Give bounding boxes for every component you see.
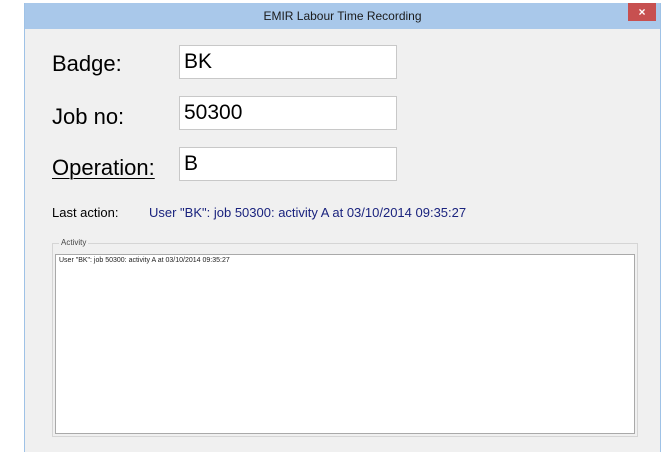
- operation-label: Operation:: [52, 155, 155, 180]
- last-action-value: User "BK": job 50300: activity A at 03/1…: [149, 205, 467, 220]
- close-icon: ×: [638, 5, 646, 19]
- app-window: EMIR Labour Time Recording × Badge: BK J…: [24, 3, 661, 452]
- activity-log-entry: User "BK": job 50300: activity A at 03/1…: [59, 257, 230, 264]
- operation-input[interactable]: B: [179, 147, 397, 181]
- window-title: EMIR Labour Time Recording: [263, 9, 422, 23]
- job-no-label: Job no:: [52, 104, 125, 129]
- job-no-input[interactable]: 50300: [179, 96, 397, 130]
- close-button[interactable]: ×: [628, 3, 656, 21]
- activity-legend: Activity: [59, 238, 89, 247]
- badge-input[interactable]: BK: [179, 45, 397, 79]
- activity-group: Activity User "BK": job 50300: activity …: [52, 238, 638, 437]
- title-bar[interactable]: EMIR Labour Time Recording ×: [25, 3, 660, 29]
- last-action-label: Last action:: [52, 205, 119, 220]
- badge-label: Badge:: [52, 51, 122, 76]
- activity-log[interactable]: User "BK": job 50300: activity A at 03/1…: [55, 254, 635, 434]
